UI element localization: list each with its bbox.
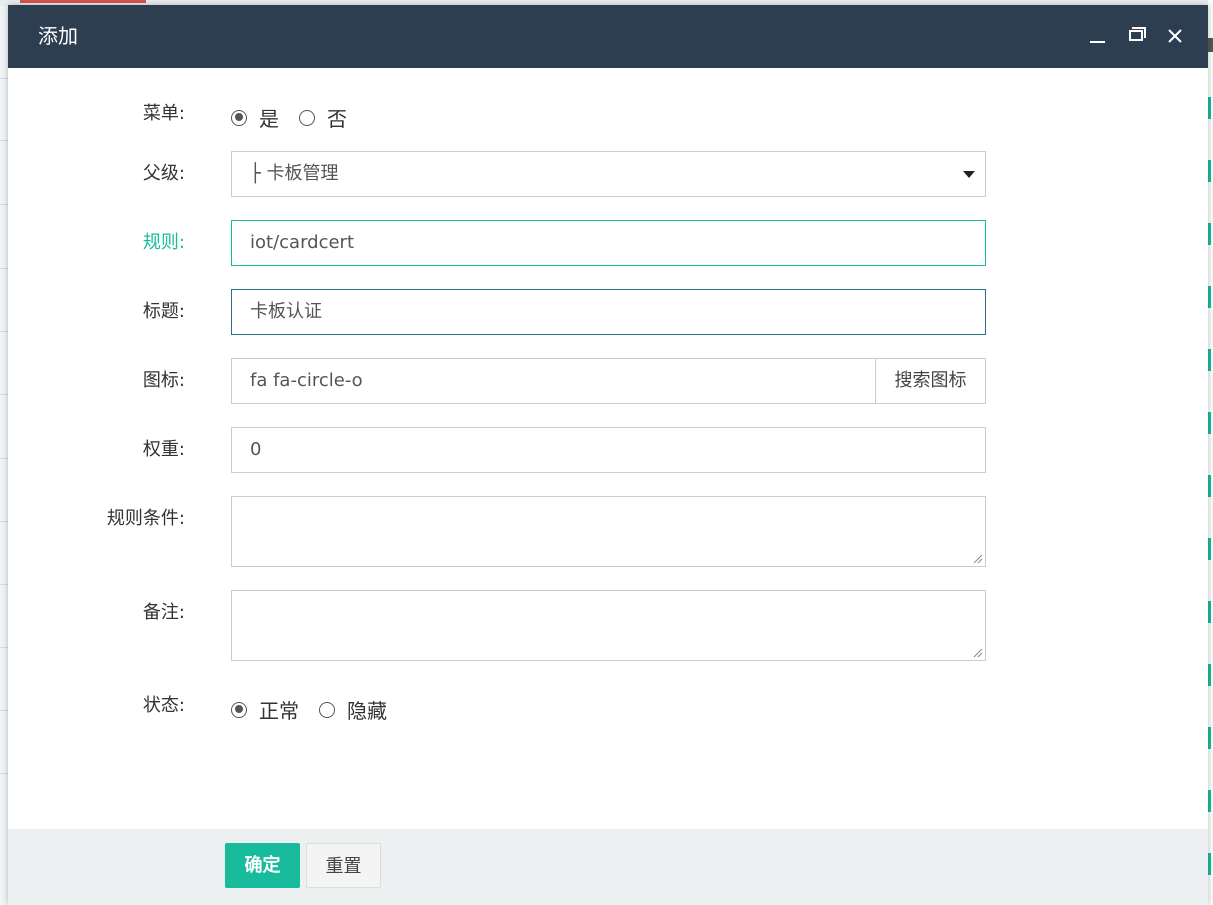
background-row-line — [0, 584, 8, 585]
background-right-column — [1208, 0, 1213, 905]
background-red-tab — [20, 0, 146, 3]
menu-option-no[interactable]: 否 — [299, 103, 347, 132]
radio-unchecked-icon[interactable] — [299, 109, 315, 126]
rule-input[interactable]: iot/cardcert — [231, 220, 986, 266]
minimize-icon[interactable] — [1084, 23, 1110, 49]
reset-button[interactable]: 重置 — [306, 843, 381, 888]
radio-unchecked-icon[interactable] — [319, 701, 335, 718]
menu-option-yes[interactable]: 是 — [231, 103, 279, 132]
radio-checked-icon[interactable] — [231, 701, 247, 718]
status-option-normal[interactable]: 正常 — [231, 695, 299, 724]
resize-grip-icon[interactable] — [971, 552, 983, 564]
rule-label: 规则: — [142, 232, 185, 253]
status-radio-group: 正常 隐藏 — [231, 695, 387, 724]
background-text-fragment — [1208, 38, 1213, 52]
weight-label: 权重: — [142, 439, 185, 460]
menu-radio-group: 是 否 — [231, 103, 347, 132]
close-icon[interactable] — [1162, 23, 1188, 49]
status-option-hidden-label: 隐藏 — [347, 699, 387, 723]
icon-label: 图标: — [142, 370, 185, 391]
title-label: 标题: — [142, 301, 185, 322]
parent-select[interactable]: ├ 卡板管理 — [231, 151, 986, 197]
search-icon-button[interactable]: 搜索图标 — [875, 358, 986, 404]
background-row-line — [0, 773, 8, 774]
background-row-line — [0, 394, 8, 395]
remark-label: 备注: — [142, 602, 185, 623]
radio-checked-icon[interactable] — [231, 109, 247, 126]
maximize-icon[interactable] — [1123, 23, 1149, 49]
remark-textarea[interactable] — [231, 590, 986, 661]
background-row-line — [0, 710, 8, 711]
background-row-line — [0, 140, 8, 141]
background-row-line — [0, 268, 8, 269]
dialog-footer: 确定 重置 — [8, 829, 1208, 905]
condition-label: 规则条件: — [106, 508, 185, 529]
menu-option-yes-label: 是 — [259, 107, 279, 131]
background-row-line — [0, 204, 8, 205]
background-row-line — [0, 331, 8, 332]
background-row-line — [0, 458, 8, 459]
status-label: 状态: — [142, 695, 185, 716]
add-dialog: 添加 菜单: 是 否 父级: ├ 卡板管理 规则: iot/cardcert 标… — [8, 5, 1208, 905]
title-input[interactable]: 卡板认证 — [231, 289, 986, 335]
menu-option-no-label: 否 — [327, 107, 347, 131]
dropdown-caret-icon — [963, 171, 975, 178]
resize-grip-icon[interactable] — [971, 646, 983, 658]
condition-textarea[interactable] — [231, 496, 986, 567]
icon-input[interactable]: fa fa-circle-o — [231, 358, 876, 404]
dialog-title: 添加 — [38, 24, 78, 48]
dialog-header: 添加 — [8, 5, 1208, 68]
status-option-hidden[interactable]: 隐藏 — [319, 695, 387, 724]
weight-input[interactable]: 0 — [231, 427, 986, 473]
background-row-line — [0, 521, 8, 522]
confirm-button[interactable]: 确定 — [225, 843, 300, 888]
status-option-normal-label: 正常 — [259, 699, 299, 723]
parent-label: 父级: — [142, 163, 185, 184]
parent-select-value: ├ 卡板管理 — [250, 163, 339, 184]
background-row-line — [0, 647, 8, 648]
menu-label: 菜单: — [142, 103, 185, 124]
background-row-line — [0, 78, 8, 79]
